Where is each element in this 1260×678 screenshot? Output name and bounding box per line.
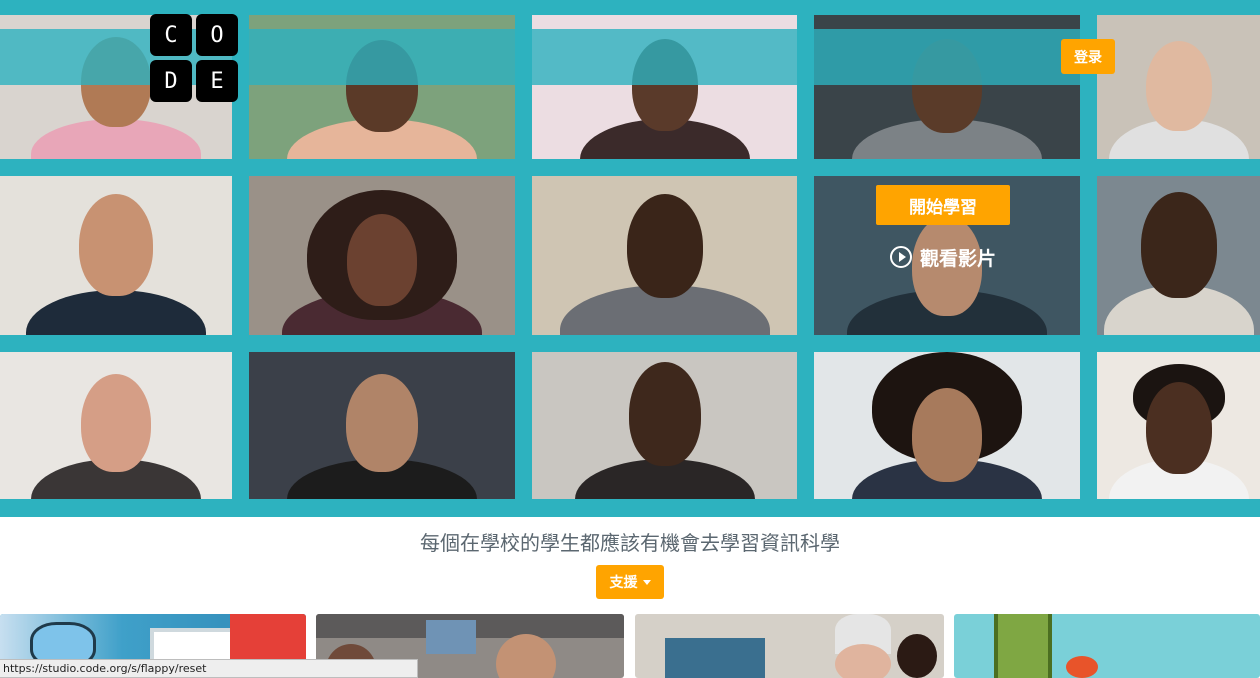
tagline: 每個在學校的學生都應該有機會去學習資訊科學 [420, 531, 840, 555]
video-tile [814, 352, 1080, 499]
video-tile [249, 176, 515, 335]
support-dropdown-button[interactable]: 支援 [596, 565, 664, 599]
video-tile [532, 352, 797, 499]
status-bar-url: https://studio.code.org/s/flappy/reset [0, 659, 418, 678]
support-label: 支援 [609, 575, 638, 591]
login-button[interactable]: 登录 [1061, 39, 1115, 74]
code-logo[interactable]: C O D E [150, 14, 238, 102]
caret-down-icon [642, 579, 651, 585]
logo-letter: D [150, 60, 192, 102]
video-tile [0, 352, 232, 499]
video-tile [0, 176, 232, 335]
activity-card[interactable] [635, 614, 944, 678]
video-tile [1097, 176, 1260, 335]
logo-letter: O [196, 14, 238, 56]
activity-card[interactable] [954, 614, 1260, 678]
logo-letter: E [196, 60, 238, 102]
logo-letter: C [150, 14, 192, 56]
watch-video-label: 觀看影片 [920, 247, 997, 270]
video-tile [1097, 352, 1260, 499]
start-learning-button[interactable]: 開始學習 [876, 185, 1010, 225]
video-tile [249, 352, 515, 499]
play-circle-icon [890, 246, 912, 268]
video-tile [532, 176, 797, 335]
watch-video-link[interactable]: 觀看影片 [890, 244, 996, 270]
